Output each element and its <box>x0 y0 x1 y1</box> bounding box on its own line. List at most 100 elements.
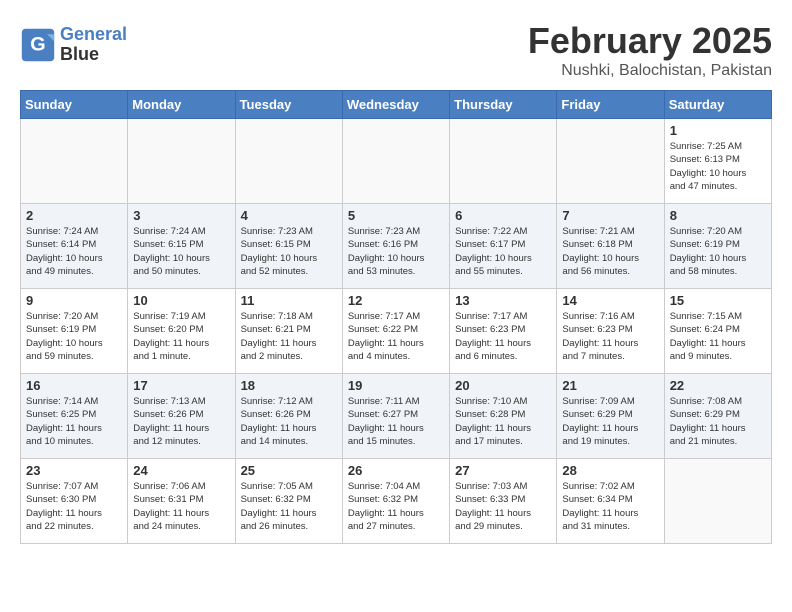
weekday-header-thursday: Thursday <box>450 91 557 119</box>
calendar-cell: 14 Sunrise: 7:16 AM Sunset: 6:23 PM Dayli… <box>557 289 664 374</box>
title-section: February 2025 Nushki, Balochistan, Pakis… <box>528 20 772 80</box>
calendar-cell: 21 Sunrise: 7:09 AM Sunset: 6:29 PM Dayli… <box>557 374 664 459</box>
calendar-cell: 27 Sunrise: 7:03 AM Sunset: 6:33 PM Dayli… <box>450 459 557 544</box>
calendar-cell: 5 Sunrise: 7:23 AM Sunset: 6:16 PM Daylig… <box>342 204 449 289</box>
day-info: Sunrise: 7:23 AM Sunset: 6:16 PM Dayligh… <box>348 225 444 278</box>
calendar-cell: 12 Sunrise: 7:17 AM Sunset: 6:22 PM Dayli… <box>342 289 449 374</box>
week-row-4: 16 Sunrise: 7:14 AM Sunset: 6:25 PM Dayli… <box>21 374 772 459</box>
calendar-cell: 8 Sunrise: 7:20 AM Sunset: 6:19 PM Daylig… <box>664 204 771 289</box>
day-info: Sunrise: 7:05 AM Sunset: 6:32 PM Dayligh… <box>241 480 337 533</box>
day-info: Sunrise: 7:21 AM Sunset: 6:18 PM Dayligh… <box>562 225 658 278</box>
day-info: Sunrise: 7:13 AM Sunset: 6:26 PM Dayligh… <box>133 395 229 448</box>
weekday-header-row: SundayMondayTuesdayWednesdayThursdayFrid… <box>21 91 772 119</box>
day-number: 12 <box>348 293 444 308</box>
day-info: Sunrise: 7:23 AM Sunset: 6:15 PM Dayligh… <box>241 225 337 278</box>
day-number: 20 <box>455 378 551 393</box>
day-info: Sunrise: 7:08 AM Sunset: 6:29 PM Dayligh… <box>670 395 766 448</box>
week-row-1: 1 Sunrise: 7:25 AM Sunset: 6:13 PM Daylig… <box>21 119 772 204</box>
day-info: Sunrise: 7:17 AM Sunset: 6:23 PM Dayligh… <box>455 310 551 363</box>
calendar-cell: 1 Sunrise: 7:25 AM Sunset: 6:13 PM Daylig… <box>664 119 771 204</box>
day-info: Sunrise: 7:06 AM Sunset: 6:31 PM Dayligh… <box>133 480 229 533</box>
day-info: Sunrise: 7:07 AM Sunset: 6:30 PM Dayligh… <box>26 480 122 533</box>
calendar-cell: 9 Sunrise: 7:20 AM Sunset: 6:19 PM Daylig… <box>21 289 128 374</box>
calendar-subtitle: Nushki, Balochistan, Pakistan <box>528 62 772 80</box>
calendar-cell <box>557 119 664 204</box>
day-number: 17 <box>133 378 229 393</box>
day-info: Sunrise: 7:22 AM Sunset: 6:17 PM Dayligh… <box>455 225 551 278</box>
day-info: Sunrise: 7:14 AM Sunset: 6:25 PM Dayligh… <box>26 395 122 448</box>
day-info: Sunrise: 7:24 AM Sunset: 6:14 PM Dayligh… <box>26 225 122 278</box>
calendar-cell: 10 Sunrise: 7:19 AM Sunset: 6:20 PM Dayli… <box>128 289 235 374</box>
day-info: Sunrise: 7:09 AM Sunset: 6:29 PM Dayligh… <box>562 395 658 448</box>
header: G General Blue February 2025 Nushki, Bal… <box>20 20 772 80</box>
day-info: Sunrise: 7:20 AM Sunset: 6:19 PM Dayligh… <box>670 225 766 278</box>
calendar-title: February 2025 <box>528 20 772 62</box>
logo-text: General Blue <box>60 25 127 65</box>
day-number: 1 <box>670 123 766 138</box>
day-info: Sunrise: 7:10 AM Sunset: 6:28 PM Dayligh… <box>455 395 551 448</box>
calendar-cell <box>21 119 128 204</box>
calendar-cell <box>235 119 342 204</box>
calendar-cell <box>128 119 235 204</box>
day-info: Sunrise: 7:16 AM Sunset: 6:23 PM Dayligh… <box>562 310 658 363</box>
day-number: 16 <box>26 378 122 393</box>
day-number: 8 <box>670 208 766 223</box>
day-number: 15 <box>670 293 766 308</box>
calendar-cell: 20 Sunrise: 7:10 AM Sunset: 6:28 PM Dayli… <box>450 374 557 459</box>
day-number: 11 <box>241 293 337 308</box>
day-number: 22 <box>670 378 766 393</box>
day-number: 21 <box>562 378 658 393</box>
day-number: 7 <box>562 208 658 223</box>
day-number: 9 <box>26 293 122 308</box>
day-info: Sunrise: 7:12 AM Sunset: 6:26 PM Dayligh… <box>241 395 337 448</box>
day-info: Sunrise: 7:15 AM Sunset: 6:24 PM Dayligh… <box>670 310 766 363</box>
day-number: 3 <box>133 208 229 223</box>
calendar-cell: 25Sunrise: 7:05 AM Sunset: 6:32 PM Dayli… <box>235 459 342 544</box>
day-number: 4 <box>241 208 337 223</box>
calendar-cell: 7 Sunrise: 7:21 AM Sunset: 6:18 PM Daylig… <box>557 204 664 289</box>
day-number: 14 <box>562 293 658 308</box>
day-info: Sunrise: 7:17 AM Sunset: 6:22 PM Dayligh… <box>348 310 444 363</box>
calendar-cell: 24 Sunrise: 7:06 AM Sunset: 6:31 PM Dayli… <box>128 459 235 544</box>
calendar-cell: 16 Sunrise: 7:14 AM Sunset: 6:25 PM Dayli… <box>21 374 128 459</box>
day-number: 27 <box>455 463 551 478</box>
calendar-cell: 17 Sunrise: 7:13 AM Sunset: 6:26 PM Dayli… <box>128 374 235 459</box>
calendar-cell: 13Sunrise: 7:17 AM Sunset: 6:23 PM Dayli… <box>450 289 557 374</box>
day-info: Sunrise: 7:04 AM Sunset: 6:32 PM Dayligh… <box>348 480 444 533</box>
day-info: Sunrise: 7:02 AM Sunset: 6:34 PM Dayligh… <box>562 480 658 533</box>
day-number: 24 <box>133 463 229 478</box>
day-number: 23 <box>26 463 122 478</box>
svg-text:G: G <box>30 33 45 55</box>
day-number: 5 <box>348 208 444 223</box>
calendar-cell: 28 Sunrise: 7:02 AM Sunset: 6:34 PM Dayli… <box>557 459 664 544</box>
day-number: 6 <box>455 208 551 223</box>
calendar-cell <box>342 119 449 204</box>
calendar-cell: 19Sunrise: 7:11 AM Sunset: 6:27 PM Dayli… <box>342 374 449 459</box>
calendar-cell: 11 Sunrise: 7:18 AM Sunset: 6:21 PM Dayli… <box>235 289 342 374</box>
day-info: Sunrise: 7:11 AM Sunset: 6:27 PM Dayligh… <box>348 395 444 448</box>
calendar-cell: 22 Sunrise: 7:08 AM Sunset: 6:29 PM Dayli… <box>664 374 771 459</box>
day-number: 28 <box>562 463 658 478</box>
day-number: 10 <box>133 293 229 308</box>
calendar-table: SundayMondayTuesdayWednesdayThursdayFrid… <box>20 90 772 544</box>
day-info: Sunrise: 7:18 AM Sunset: 6:21 PM Dayligh… <box>241 310 337 363</box>
calendar-cell: 18 Sunrise: 7:12 AM Sunset: 6:26 PM Dayli… <box>235 374 342 459</box>
day-number: 18 <box>241 378 337 393</box>
weekday-header-tuesday: Tuesday <box>235 91 342 119</box>
weekday-header-saturday: Saturday <box>664 91 771 119</box>
calendar-cell: 15 Sunrise: 7:15 AM Sunset: 6:24 PM Dayli… <box>664 289 771 374</box>
calendar-cell: 3Sunrise: 7:24 AM Sunset: 6:15 PM Daylig… <box>128 204 235 289</box>
week-row-3: 9 Sunrise: 7:20 AM Sunset: 6:19 PM Daylig… <box>21 289 772 374</box>
calendar-cell: 23 Sunrise: 7:07 AM Sunset: 6:30 PM Dayli… <box>21 459 128 544</box>
day-info: Sunrise: 7:19 AM Sunset: 6:20 PM Dayligh… <box>133 310 229 363</box>
day-info: Sunrise: 7:25 AM Sunset: 6:13 PM Dayligh… <box>670 140 766 193</box>
weekday-header-sunday: Sunday <box>21 91 128 119</box>
logo-icon: G <box>20 27 56 63</box>
week-row-2: 2Sunrise: 7:24 AM Sunset: 6:14 PM Daylig… <box>21 204 772 289</box>
weekday-header-monday: Monday <box>128 91 235 119</box>
calendar-cell: 26 Sunrise: 7:04 AM Sunset: 6:32 PM Dayli… <box>342 459 449 544</box>
day-info: Sunrise: 7:03 AM Sunset: 6:33 PM Dayligh… <box>455 480 551 533</box>
day-number: 26 <box>348 463 444 478</box>
day-info: Sunrise: 7:20 AM Sunset: 6:19 PM Dayligh… <box>26 310 122 363</box>
logo: G General Blue <box>20 25 127 65</box>
